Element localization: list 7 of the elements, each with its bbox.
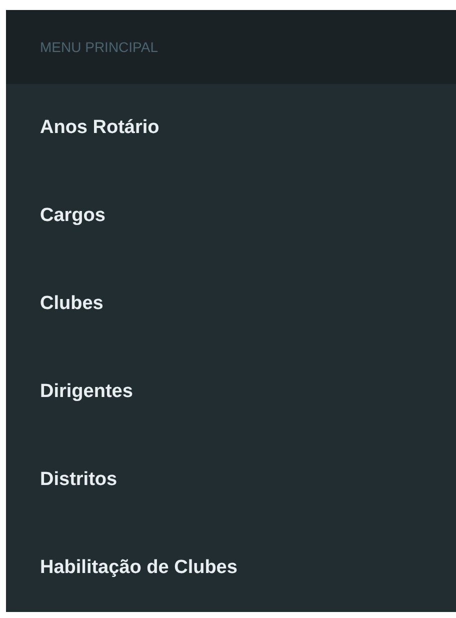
menu-item[interactable]: Habilitação de Clubes bbox=[6, 524, 456, 612]
menu-item[interactable]: Clubes bbox=[6, 260, 456, 348]
menu-item[interactable]: Distritos bbox=[6, 436, 456, 524]
menu-header: MENU PRINCIPAL bbox=[6, 10, 456, 84]
menu-item[interactable]: Dirigentes bbox=[6, 348, 456, 436]
menu-item[interactable]: Cargos bbox=[6, 172, 456, 260]
menu-item[interactable]: Anos Rotário bbox=[6, 84, 456, 172]
